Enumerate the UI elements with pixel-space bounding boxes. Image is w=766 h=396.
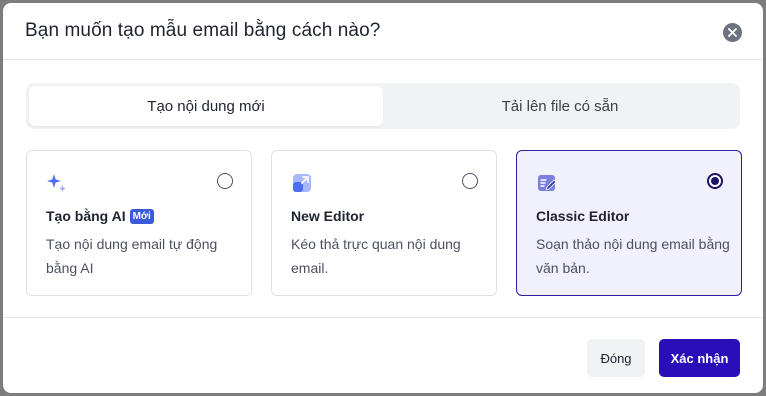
close-button[interactable] bbox=[723, 23, 742, 42]
dialog-footer: Đóng Xác nhận bbox=[3, 317, 763, 393]
expand-icon bbox=[293, 174, 311, 192]
editor-options: Tạo bằng AI Mới Tạo nội dung email tự độ… bbox=[26, 150, 742, 296]
radio-ai[interactable] bbox=[217, 173, 233, 189]
card-title-classic-editor: Classic Editor bbox=[536, 208, 630, 224]
sparkle-icon bbox=[47, 174, 66, 192]
create-template-dialog: Bạn muốn tạo mẫu email bằng cách nào? Tạ… bbox=[3, 3, 763, 393]
option-card-classic-editor[interactable]: Classic Editor Soạn thảo nội dung email … bbox=[516, 150, 742, 296]
close-icon bbox=[728, 28, 737, 37]
card-title-new-editor: New Editor bbox=[291, 208, 365, 224]
close-dialog-button[interactable]: Đóng bbox=[587, 339, 645, 377]
option-card-new-editor[interactable]: New Editor Kéo thả trực quan nội dung em… bbox=[271, 150, 497, 296]
confirm-button[interactable]: Xác nhận bbox=[659, 339, 740, 377]
card-desc-ai: Tạo nội dung email tự động bằng AI bbox=[46, 236, 218, 276]
card-desc-new-editor: Kéo thả trực quan nội dung email. bbox=[291, 236, 461, 276]
card-desc-classic-editor: Soạn thảo nội dung email bằng văn bản. bbox=[536, 236, 730, 276]
card-title-ai-text: Tạo bằng AI bbox=[46, 208, 126, 224]
new-badge: Mới bbox=[129, 208, 154, 224]
option-card-ai[interactable]: Tạo bằng AI Mới Tạo nội dung email tự độ… bbox=[26, 150, 252, 296]
radio-classic-editor[interactable] bbox=[707, 173, 723, 189]
edit-document-icon bbox=[538, 175, 557, 191]
mode-tabs: Tạo nội dung mới Tải lên file có sẵn bbox=[26, 83, 740, 129]
dialog-title: Bạn muốn tạo mẫu email bằng cách nào? bbox=[25, 20, 381, 41]
dialog-header: Bạn muốn tạo mẫu email bằng cách nào? bbox=[3, 3, 763, 60]
tab-upload-file[interactable]: Tải lên file có sẵn bbox=[383, 86, 737, 126]
radio-new-editor[interactable] bbox=[462, 173, 478, 189]
card-title-ai: Tạo bằng AI Mới bbox=[46, 208, 154, 224]
tab-create-new[interactable]: Tạo nội dung mới bbox=[29, 86, 383, 126]
radio-selected-dot bbox=[711, 177, 719, 185]
